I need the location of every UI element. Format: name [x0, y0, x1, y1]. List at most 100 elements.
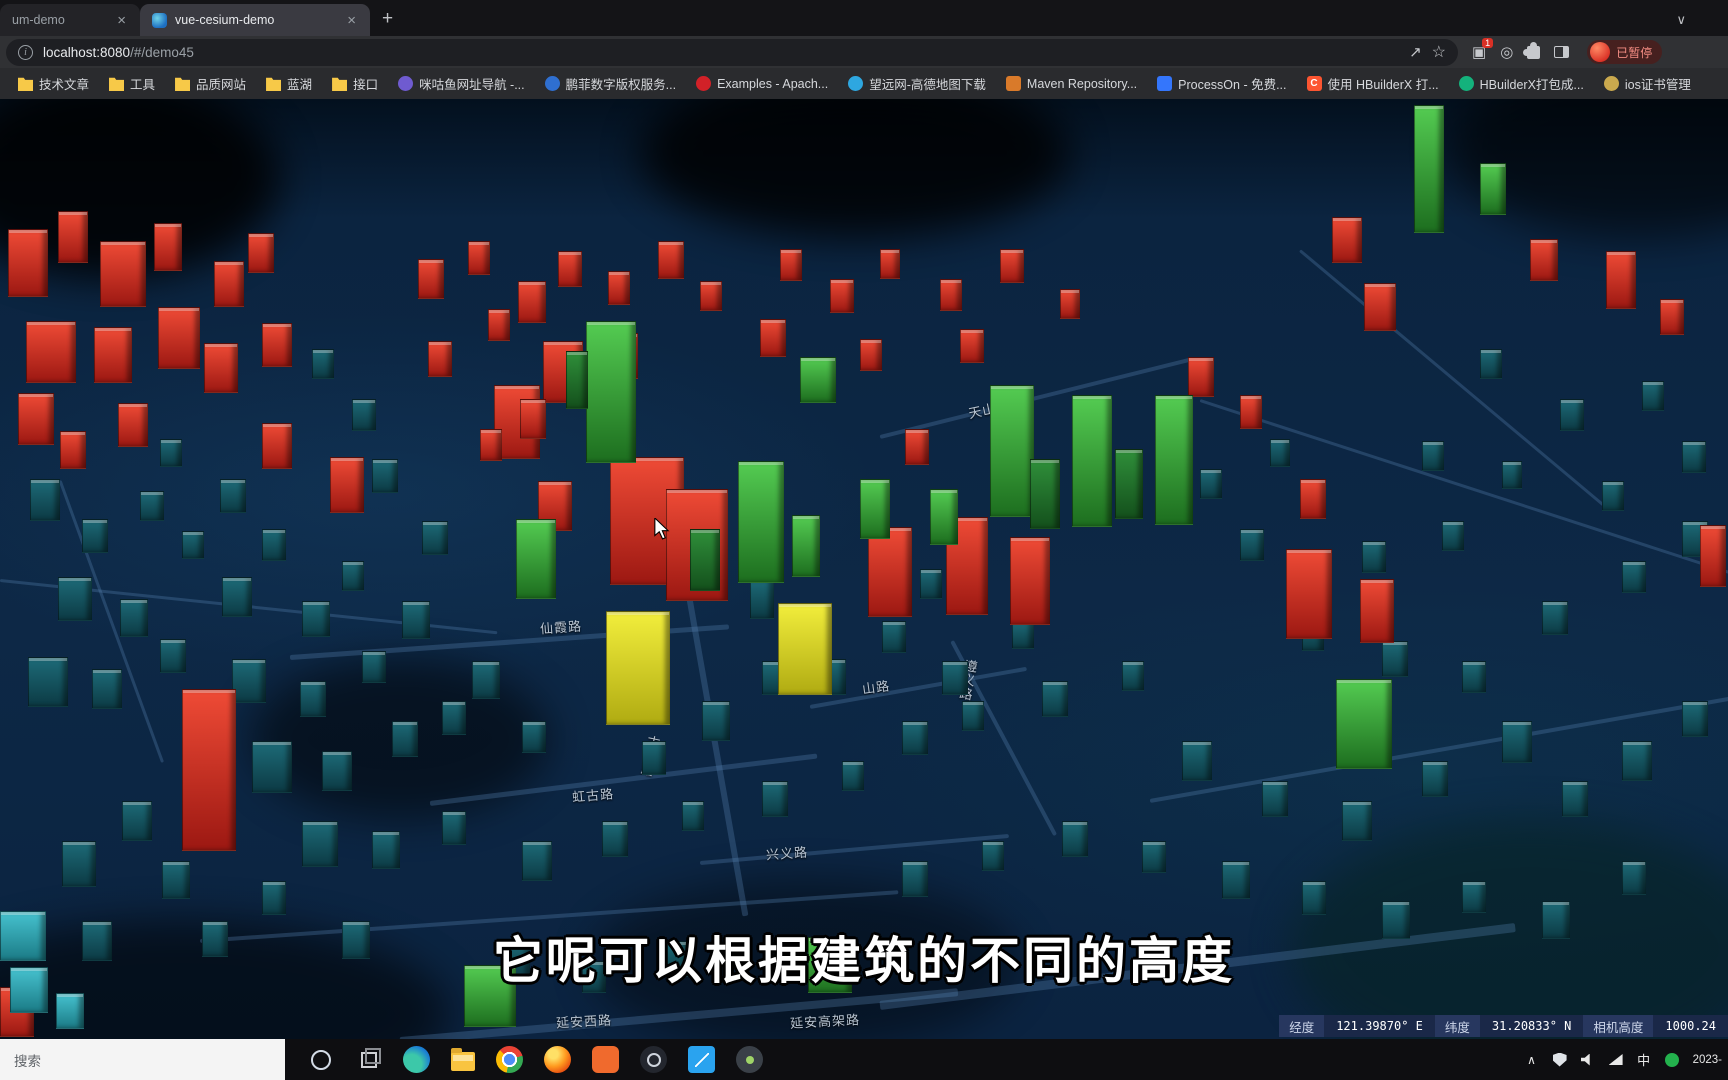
- chevron-down-icon[interactable]: ∨: [1676, 12, 1686, 28]
- taskbar-app-edge-icon[interactable]: [403, 1046, 430, 1073]
- profile-chip[interactable]: 已暂停: [1587, 40, 1663, 64]
- tab-favicon: [152, 12, 167, 28]
- building: [120, 599, 148, 637]
- taskbar-app-task-view-icon[interactable]: [355, 1046, 382, 1073]
- sidebar-panel-icon[interactable]: [1554, 46, 1570, 58]
- building: [1622, 861, 1646, 895]
- building: [418, 259, 444, 299]
- tray-volume-icon[interactable]: [1580, 1053, 1590, 1066]
- share-icon[interactable]: ↗: [1409, 43, 1422, 61]
- building: [982, 841, 1004, 871]
- building: [26, 321, 76, 383]
- extension-box-icon[interactable]: ▣ 1: [1472, 37, 1494, 62]
- taskbar-app-explorer-icon[interactable]: [451, 1048, 475, 1071]
- building: [1188, 357, 1214, 397]
- bookmark-item[interactable]: Examples - Apach...: [688, 73, 836, 94]
- taskbar-clock[interactable]: 2023-: [1683, 1054, 1728, 1066]
- building: [1012, 621, 1034, 649]
- site-favicon: [848, 76, 864, 91]
- bookmark-item[interactable]: Maven Repository...: [998, 73, 1145, 94]
- building: [322, 751, 352, 791]
- building: [248, 233, 274, 273]
- building: [902, 721, 928, 755]
- building: [158, 307, 200, 369]
- tab-vue-cesium-demo[interactable]: vue-cesium-demo ×: [140, 4, 370, 36]
- building: [154, 223, 182, 271]
- bookmark-item[interactable]: 技术文章: [10, 71, 97, 96]
- extensions-puzzle-icon[interactable]: [1523, 41, 1541, 59]
- bookmark-star-icon[interactable]: ☆: [1432, 42, 1446, 62]
- building: [342, 561, 364, 591]
- site-favicon: [544, 76, 560, 91]
- building: [1622, 561, 1646, 593]
- building: [606, 611, 670, 725]
- road-label: 延安高架路: [789, 1012, 861, 1031]
- bookmark-item[interactable]: 咪咕鱼网址导航 -...: [390, 71, 533, 96]
- building: [1360, 579, 1394, 643]
- tray-defender-icon[interactable]: [1552, 1052, 1567, 1067]
- bookmark-item[interactable]: 鹏菲数字版权服务...: [537, 71, 684, 96]
- building: [522, 721, 546, 753]
- building: [778, 603, 832, 695]
- extension-circle-icon[interactable]: ◎: [1500, 43, 1513, 61]
- taskbar-app-cortana-icon[interactable]: [307, 1046, 334, 1073]
- building: [8, 229, 48, 297]
- taskbar-app-ion-icon[interactable]: [736, 1046, 763, 1073]
- building: [1262, 781, 1288, 817]
- site-info-icon[interactable]: i: [18, 44, 33, 60]
- bookmark-item[interactable]: 蓝湖: [258, 71, 320, 96]
- taskbar-search-box[interactable]: 搜索: [0, 1039, 285, 1080]
- site-favicon: [398, 76, 414, 91]
- building: [1200, 469, 1222, 499]
- bookmark-item[interactable]: HBuilderX打包成...: [1451, 71, 1592, 96]
- building: [1000, 249, 1024, 283]
- bookmark-item[interactable]: ios证书管理: [1596, 71, 1699, 96]
- site-favicon: C: [1306, 76, 1322, 91]
- tray-wechat-icon[interactable]: [1664, 1052, 1679, 1067]
- building: [300, 681, 326, 717]
- bookmark-item[interactable]: ProcessOn - 免费...: [1149, 71, 1294, 96]
- building: [162, 861, 190, 899]
- close-icon[interactable]: ×: [113, 12, 130, 29]
- tray-network-icon[interactable]: [1608, 1054, 1623, 1065]
- tray-chevron-icon[interactable]: ∧: [1525, 1053, 1539, 1067]
- building: [880, 249, 900, 279]
- bookmark-label: 品质网站: [196, 78, 247, 92]
- building: [1414, 105, 1444, 233]
- building: [402, 601, 430, 639]
- taskbar-app-vscode-icon[interactable]: [688, 1046, 715, 1073]
- bookmark-item[interactable]: 品质网站: [167, 71, 254, 96]
- building: [30, 479, 60, 521]
- tray-ime-icon[interactable]: 中: [1637, 1050, 1651, 1069]
- building: [682, 801, 704, 831]
- tab-cesium-demo[interactable]: um-demo ×: [0, 4, 140, 36]
- bookmark-label: Maven Repository...: [1026, 76, 1138, 91]
- taskbar-app-chrome-icon[interactable]: [496, 1046, 523, 1073]
- taskbar-app-firefox-icon[interactable]: [544, 1046, 571, 1073]
- building: [262, 323, 292, 367]
- building: [750, 579, 774, 619]
- taskbar-app-controller-icon[interactable]: [640, 1046, 667, 1073]
- close-icon[interactable]: ×: [343, 12, 360, 29]
- building: [566, 351, 588, 409]
- building: [860, 479, 890, 539]
- building: [905, 429, 929, 465]
- bookmark-item[interactable]: 望远网-高德地图下载: [840, 71, 994, 96]
- bookmark-item[interactable]: C 使用 HBuilderX 打...: [1299, 71, 1447, 96]
- status-label: 经度: [1279, 1015, 1325, 1037]
- building: [1502, 461, 1522, 489]
- address-bar[interactable]: i localhost:8080/#/demo45 ↗ ☆: [6, 38, 1458, 66]
- site-favicon: [1157, 76, 1173, 91]
- new-tab-button[interactable]: +: [370, 8, 405, 36]
- building: [442, 701, 466, 735]
- cesium-map-canvas[interactable]: 仙霞路虹古路古北路兴义路延安西路延安高架路天山路遵义路山路 它呢可以根据建筑的不…: [0, 99, 1728, 1039]
- building: [442, 811, 466, 845]
- bookmark-item[interactable]: 接口: [324, 71, 386, 96]
- site-favicon: [1603, 76, 1619, 91]
- taskbar-app-snip-icon[interactable]: [592, 1046, 619, 1073]
- building: [516, 519, 556, 599]
- building: [488, 309, 510, 341]
- building: [608, 271, 630, 305]
- mouse-cursor: [654, 518, 670, 540]
- bookmark-item[interactable]: 工具: [101, 71, 163, 96]
